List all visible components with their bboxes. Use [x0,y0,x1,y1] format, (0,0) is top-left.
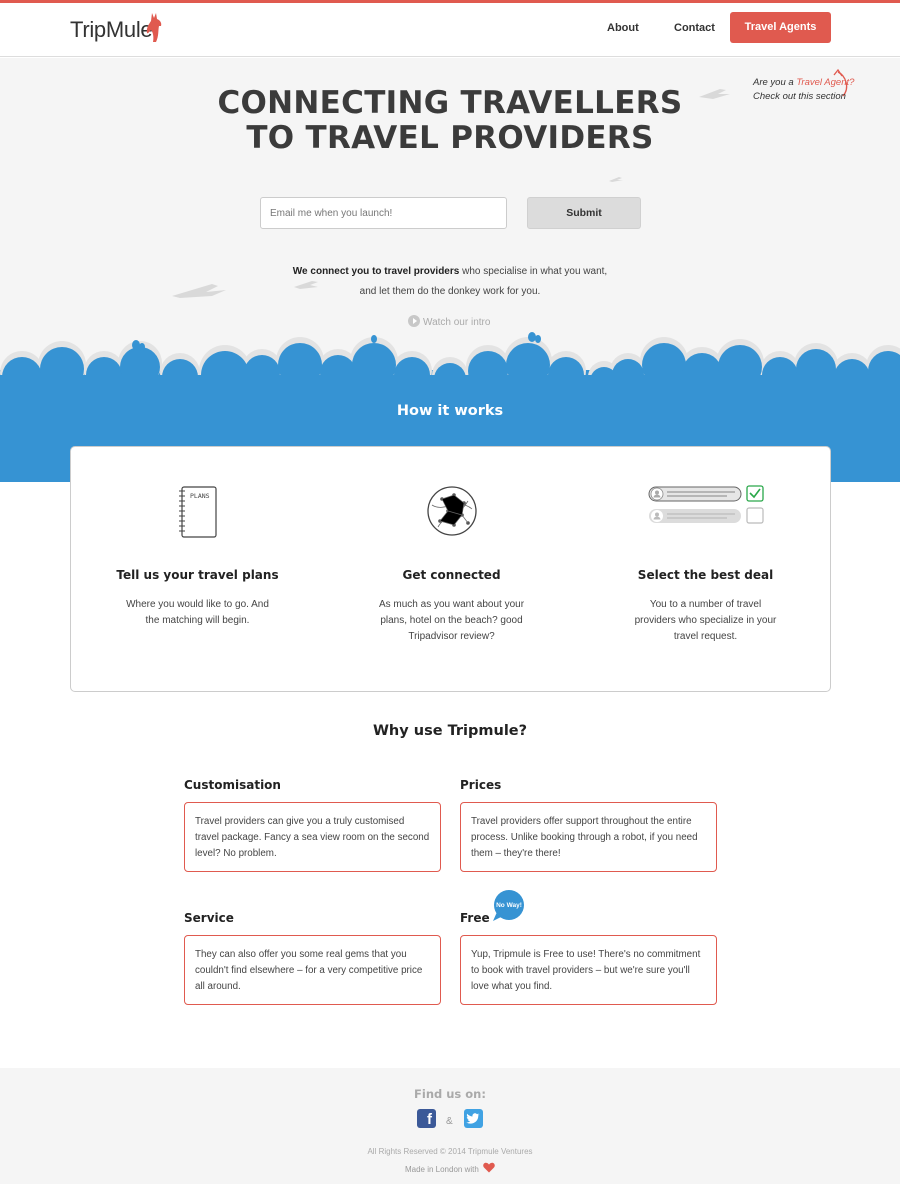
step-description: As much as you want about your plans, ho… [378,599,525,642]
site-header: TripMule About Contact Travel Agents [0,3,900,57]
intro-rest: who specialise in what you want, [459,266,608,277]
twitter-icon[interactable] [464,1109,483,1128]
step-title: Select the best deal [637,568,774,582]
ampersand: & [446,1116,453,1127]
globe-network-icon [426,486,477,536]
made-in-london: Made in London with [0,1162,900,1174]
heart-icon [483,1162,495,1173]
intro-bold: We connect you to travel providers [292,266,460,277]
step-travel-plans: PLANS Tell us your travel plans Where yo… [71,447,324,693]
step-title: Get connected [402,568,501,582]
feature-box-free: Yup, Tripmule is Free to use! There's no… [460,935,717,1005]
notebook-label: PLANS [190,492,210,500]
facebook-icon[interactable]: f [417,1109,436,1128]
step-description: Where you would like to go. And the matc… [126,599,269,626]
notebook-icon: PLANS [178,486,217,538]
mule-logo-icon [146,13,162,42]
steps-card: PLANS Tell us your travel plans Where yo… [70,446,831,692]
cloud-border-icon [0,332,900,385]
twitter-bird-icon [466,1113,480,1124]
how-it-works-title: How it works [396,403,504,419]
travel-agents-button[interactable]: Travel Agents [730,12,831,43]
step-description: You to a number of travel providers who … [634,599,777,642]
step-get-connected: Get connected As much as you want about … [325,447,578,693]
made-in-text: Made in London with [404,1165,479,1174]
travel-agent-note: Are you a Travel Agent? Check out this s… [753,76,854,104]
no-way-badge-text: No Way! [496,902,522,909]
feature-box-customisation: Travel providers can give you a truly cu… [184,802,441,872]
submit-button[interactable]: Submit [527,197,641,229]
nav-about-link[interactable]: About [607,22,639,34]
intro-text: We connect you to travel providers who s… [0,262,900,302]
select-deal-icon [648,485,764,524]
feature-title-service: Service [184,911,234,925]
agent-note-line2: Check out this section [753,91,846,102]
step-best-deal: Select the best deal You to a number of … [579,447,832,693]
hero-title-line2: TO TRAVEL PROVIDERS [246,120,654,156]
nav-contact-link[interactable]: Contact [674,22,715,34]
logo-text[interactable]: TripMule [70,17,153,43]
find-us-label: Find us on: [414,1087,486,1101]
step-title: Tell us your travel plans [116,568,279,582]
feature-title-customisation: Customisation [184,778,281,792]
agent-note-prefix: Are you a [753,77,797,88]
feature-box-service: They can also offer you some real gems t… [184,935,441,1005]
feature-title-prices: Prices [460,778,502,792]
agent-note-link[interactable]: Travel Agent? [796,77,854,88]
feature-title-free: Free [460,911,490,925]
intro-line2: and let them do the donkey work for you. [359,286,541,297]
no-way-badge: No Way! [493,890,524,921]
why-title: Why use Tripmule? [372,723,528,739]
email-input[interactable] [260,197,507,229]
copyright-text: All Rights Reserved © 2014 Tripmule Vent… [367,1147,533,1156]
feature-box-prices: Travel providers offer support throughou… [460,802,717,872]
